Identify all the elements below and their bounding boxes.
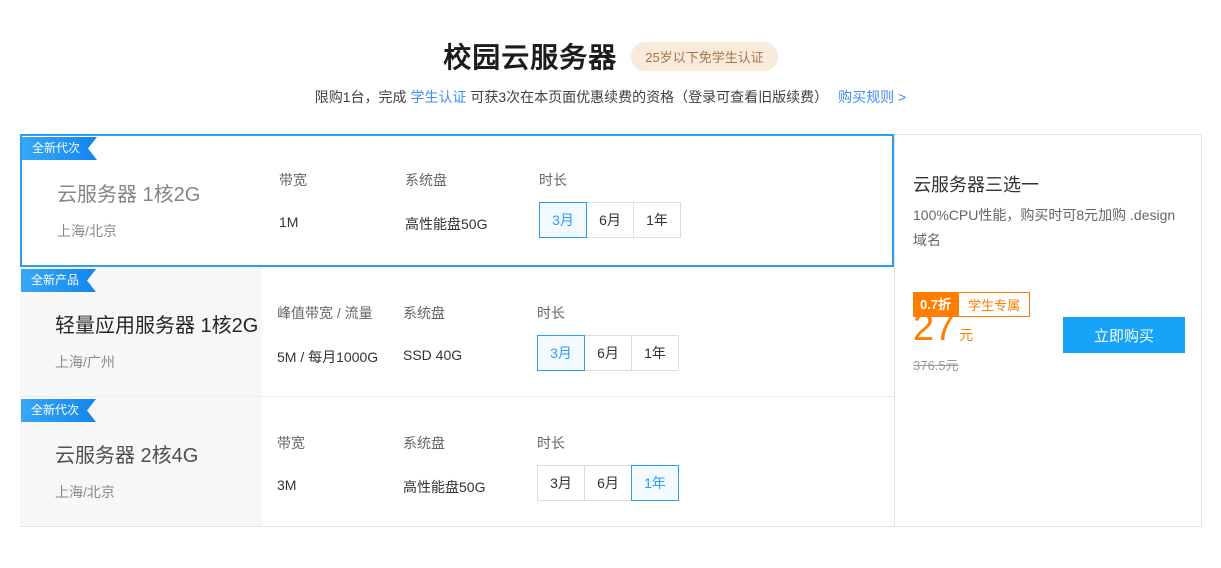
student-verify-link[interactable]: 学生认证 bbox=[410, 89, 466, 105]
duration-option-6m[interactable]: 6月 bbox=[584, 335, 632, 371]
duration-option-3m[interactable]: 3月 bbox=[537, 465, 585, 501]
spec-disk: 系统盘 高性能盘50G bbox=[405, 170, 487, 234]
server-selector: 全新代次 云服务器 1核2G 上海/北京 带宽 1M 系统盘 高性能盘50G 时… bbox=[20, 134, 1202, 527]
spec-label: 时长 bbox=[539, 170, 680, 190]
spec-label: 时长 bbox=[537, 303, 678, 323]
duration-option-6m[interactable]: 6月 bbox=[584, 465, 632, 501]
summary-description: 100%CPU性能，购买时可8元加购 .design 域名 bbox=[913, 203, 1187, 253]
spec-duration: 时长 3月 6月 1年 bbox=[539, 170, 680, 238]
spec-label: 时长 bbox=[537, 433, 678, 453]
subtitle-text-2: 可获3次在本页面优惠续费的资格（登录可查看旧版续费） bbox=[466, 89, 828, 105]
plan-region: 上海/北京 bbox=[57, 221, 200, 241]
plan-title: 云服务器 1核2G bbox=[57, 178, 200, 207]
plan-title: 云服务器 2核4G bbox=[55, 439, 198, 468]
spec-label: 系统盘 bbox=[403, 433, 485, 453]
duration-selector: 3月 6月 1年 bbox=[537, 335, 678, 371]
plan-row-cvm-2c4g[interactable]: 全新代次 云服务器 2核4G 上海/北京 带宽 3M 系统盘 高性能盘50G 时… bbox=[20, 397, 894, 527]
current-price: 27元 bbox=[913, 307, 973, 350]
plan-row-lighthouse-1c2g[interactable]: 全新产品 轻量应用服务器 1核2G 上海/广州 峰值带宽 / 流量 5M / 每… bbox=[20, 267, 894, 397]
spec-value: SSD 40G bbox=[403, 347, 462, 363]
spec-duration: 时长 3月 6月 1年 bbox=[537, 303, 678, 371]
buy-now-button[interactable]: 立即购买 bbox=[1063, 317, 1185, 353]
duration-option-3m[interactable]: 3月 bbox=[537, 335, 585, 371]
plan-list: 全新代次 云服务器 1核2G 上海/北京 带宽 1M 系统盘 高性能盘50G 时… bbox=[20, 134, 894, 527]
plan-region: 上海/北京 bbox=[55, 482, 198, 502]
purchase-rules-link[interactable]: 购买规则 > bbox=[838, 89, 906, 105]
page-title: 校园云服务器 bbox=[443, 36, 617, 76]
spec-bandwidth: 峰值带宽 / 流量 5M / 每月1000G bbox=[277, 303, 378, 367]
spec-disk: 系统盘 SSD 40G bbox=[403, 303, 462, 363]
plan-ribbon-badge: 全新代次 bbox=[21, 399, 96, 422]
duration-selector: 3月 6月 1年 bbox=[539, 202, 680, 238]
spec-bandwidth: 带宽 3M bbox=[277, 433, 305, 493]
spec-duration: 时长 3月 6月 1年 bbox=[537, 433, 678, 501]
spec-value: 高性能盘50G bbox=[403, 477, 485, 497]
order-summary-panel: 云服务器三选一 100%CPU性能，购买时可8元加购 .design 域名 0.… bbox=[894, 134, 1202, 527]
spec-value: 3M bbox=[277, 477, 305, 493]
spec-value: 5M / 每月1000G bbox=[277, 347, 378, 367]
spec-value: 1M bbox=[279, 214, 307, 230]
duration-selector: 3月 6月 1年 bbox=[537, 465, 678, 501]
spec-bandwidth: 带宽 1M bbox=[279, 170, 307, 230]
spec-disk: 系统盘 高性能盘50G bbox=[403, 433, 485, 497]
plan-ribbon-badge: 全新代次 bbox=[22, 137, 97, 160]
duration-option-6m[interactable]: 6月 bbox=[586, 202, 634, 238]
spec-value: 高性能盘50G bbox=[405, 214, 487, 234]
subtitle: 限购1台，完成 学生认证 可获3次在本页面优惠续费的资格（登录可查看旧版续费） 购… bbox=[0, 87, 1221, 107]
duration-option-3m[interactable]: 3月 bbox=[539, 202, 587, 238]
summary-title: 云服务器三选一 bbox=[913, 171, 1039, 197]
duration-option-1y[interactable]: 1年 bbox=[631, 465, 679, 501]
plan-region: 上海/广州 bbox=[55, 352, 258, 372]
plan-head: 云服务器 2核4G 上海/北京 bbox=[55, 439, 198, 502]
plan-head: 轻量应用服务器 1核2G 上海/广州 bbox=[55, 309, 258, 372]
duration-option-1y[interactable]: 1年 bbox=[631, 335, 679, 371]
spec-label: 峰值带宽 / 流量 bbox=[277, 303, 378, 323]
spec-label: 系统盘 bbox=[405, 170, 487, 190]
spec-label: 系统盘 bbox=[403, 303, 462, 323]
price-number: 27 bbox=[913, 307, 955, 349]
plan-row-cvm-1c2g[interactable]: 全新代次 云服务器 1核2G 上海/北京 带宽 1M 系统盘 高性能盘50G 时… bbox=[20, 134, 894, 267]
price-unit: 元 bbox=[959, 327, 973, 343]
subtitle-text-1: 限购1台，完成 bbox=[315, 89, 411, 105]
original-price: 376.5元 bbox=[913, 355, 959, 374]
age-exempt-badge: 25岁以下免学生认证 bbox=[631, 42, 777, 71]
plan-ribbon-badge: 全新产品 bbox=[21, 269, 96, 292]
spec-label: 带宽 bbox=[279, 170, 307, 190]
plan-head: 云服务器 1核2G 上海/北京 bbox=[57, 178, 200, 241]
plan-title: 轻量应用服务器 1核2G bbox=[55, 309, 258, 338]
spec-label: 带宽 bbox=[277, 433, 305, 453]
page-header: 校园云服务器 25岁以下免学生认证 bbox=[0, 36, 1221, 76]
duration-option-1y[interactable]: 1年 bbox=[633, 202, 681, 238]
